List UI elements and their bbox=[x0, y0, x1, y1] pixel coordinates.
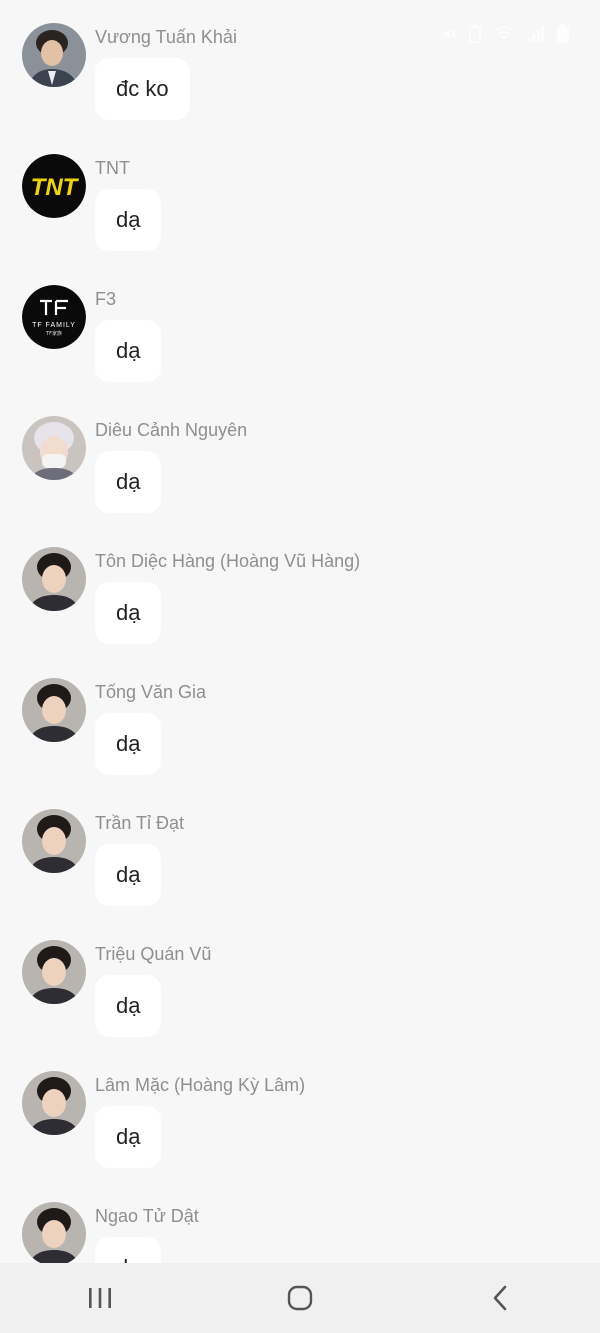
signal-icon bbox=[526, 26, 544, 42]
message-bubble[interactable]: đc ko bbox=[95, 58, 190, 120]
wifi-icon bbox=[494, 26, 514, 42]
message-bubble[interactable]: dạ bbox=[95, 713, 162, 775]
back-button[interactable] bbox=[470, 1273, 530, 1323]
message-row[interactable]: TF FAMILY TF家族 F3 dạ bbox=[0, 265, 600, 396]
sender-name: Tống Văn Gia bbox=[95, 682, 207, 702]
message-bubble[interactable]: dạ bbox=[95, 582, 162, 644]
tf-family-logo-subtext: TF家族 bbox=[45, 330, 62, 337]
back-icon bbox=[493, 1285, 507, 1311]
message-bubble[interactable]: dạ bbox=[95, 320, 162, 382]
sender-name: Diêu Cảnh Nguyên bbox=[95, 420, 248, 440]
message-row[interactable]: Tống Văn Gia dạ bbox=[0, 658, 600, 789]
sender-name: Vương Tuấn Khải bbox=[95, 27, 237, 47]
battery-icon bbox=[556, 24, 570, 44]
sender-name: Trần Tỉ Đạt bbox=[95, 813, 185, 833]
avatar[interactable] bbox=[22, 809, 86, 873]
avatar[interactable] bbox=[22, 1202, 86, 1266]
avatar[interactable] bbox=[22, 416, 86, 480]
message-row[interactable]: Lâm Mặc (Hoàng Kỳ Lâm) dạ bbox=[0, 1051, 600, 1182]
battery-saver-icon bbox=[468, 25, 482, 43]
sender-name: Lâm Mặc (Hoàng Kỳ Lâm) bbox=[95, 1075, 306, 1095]
avatar[interactable] bbox=[22, 547, 86, 611]
sender-name: F3 bbox=[95, 289, 117, 309]
avatar[interactable] bbox=[22, 678, 86, 742]
avatar[interactable] bbox=[22, 940, 86, 1004]
home-button[interactable] bbox=[270, 1273, 330, 1323]
message-row[interactable]: Trần Tỉ Đạt dạ bbox=[0, 789, 600, 920]
navigation-bar bbox=[0, 1263, 600, 1333]
avatar[interactable]: TF FAMILY TF家族 bbox=[22, 285, 86, 349]
message-row[interactable]: Vương Tuấn Khải đc ko bbox=[0, 3, 600, 134]
message-bubble[interactable]: dạ bbox=[95, 1106, 162, 1168]
sender-name: Ngao Tử Dật bbox=[95, 1206, 199, 1226]
tnt-logo-text: TNT bbox=[31, 174, 80, 201]
sender-name: Triệu Quán Vũ bbox=[95, 944, 212, 964]
status-bar bbox=[440, 24, 570, 44]
tf-family-logo-text: TF FAMILY bbox=[32, 322, 76, 329]
message-row[interactable]: TNT TNT dạ bbox=[0, 134, 600, 265]
avatar[interactable] bbox=[22, 23, 86, 87]
message-row[interactable]: Tôn Diệc Hàng (Hoàng Vũ Hàng) dạ bbox=[0, 527, 600, 658]
message-row[interactable]: Diêu Cảnh Nguyên dạ bbox=[0, 396, 600, 527]
message-bubble[interactable]: dạ bbox=[95, 844, 162, 906]
home-icon bbox=[287, 1285, 313, 1311]
message-bubble[interactable]: dạ bbox=[95, 975, 162, 1037]
recent-apps-icon bbox=[89, 1288, 111, 1308]
avatar[interactable] bbox=[22, 1071, 86, 1135]
sender-name: Tôn Diệc Hàng (Hoàng Vũ Hàng) bbox=[95, 551, 361, 571]
chat-screen: Vương Tuấn Khải đc ko TNT TNT dạ TF FAMILY TF家… bbox=[0, 0, 600, 1333]
message-bubble[interactable]: dạ bbox=[95, 189, 162, 251]
avatar[interactable]: TNT bbox=[22, 154, 86, 218]
message-row[interactable]: Triệu Quán Vũ dạ bbox=[0, 920, 600, 1051]
message-bubble[interactable]: dạ bbox=[95, 451, 162, 513]
mute-icon bbox=[440, 26, 456, 42]
recent-apps-button[interactable] bbox=[70, 1273, 130, 1323]
sender-name: TNT bbox=[95, 158, 130, 178]
